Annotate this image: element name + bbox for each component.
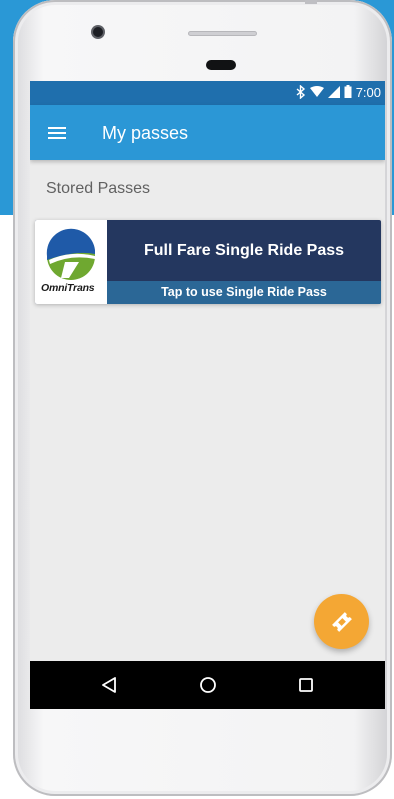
back-icon <box>102 677 116 693</box>
recents-button[interactable] <box>291 671 321 699</box>
app-bar: My passes <box>30 105 385 160</box>
menu-icon <box>48 127 66 139</box>
back-button[interactable] <box>94 671 124 699</box>
status-bar: 7:00 <box>30 81 385 105</box>
pass-card[interactable]: OmniTrans Full Fare Single Ride Pass Tap… <box>35 220 381 304</box>
ticket-icon <box>331 611 352 632</box>
battery-icon <box>344 85 352 101</box>
signal-icon <box>327 85 340 101</box>
use-pass-fab[interactable] <box>314 594 369 649</box>
status-time: 7:00 <box>355 85 381 100</box>
page-title: My passes <box>102 123 189 143</box>
pass-action-label[interactable]: Tap to use Single Ride Pass <box>107 281 381 304</box>
section-heading-stored-passes: Stored Passes <box>46 180 151 197</box>
home-icon <box>200 677 216 693</box>
menu-button[interactable] <box>42 119 72 147</box>
bluetooth-icon <box>296 83 306 102</box>
agency-logo: OmniTrans <box>35 220 107 304</box>
home-button[interactable] <box>193 671 223 699</box>
pass-title: Full Fare Single Ride Pass <box>143 242 345 259</box>
proximity-sensor <box>206 60 236 70</box>
front-camera <box>93 27 103 37</box>
stage: 7:00 My passes Stored Passes OmniTrans F… <box>0 0 394 799</box>
agency-logo-text: OmniTrans <box>41 282 95 294</box>
phone-power-button <box>305 0 317 4</box>
status-icons: 7:00 <box>296 83 381 102</box>
phone-screen: 7:00 My passes Stored Passes OmniTrans F… <box>30 81 385 709</box>
wifi-icon <box>309 85 324 101</box>
earpiece-speaker <box>188 31 257 36</box>
system-nav-bar <box>30 661 385 709</box>
recents-icon <box>299 678 313 692</box>
